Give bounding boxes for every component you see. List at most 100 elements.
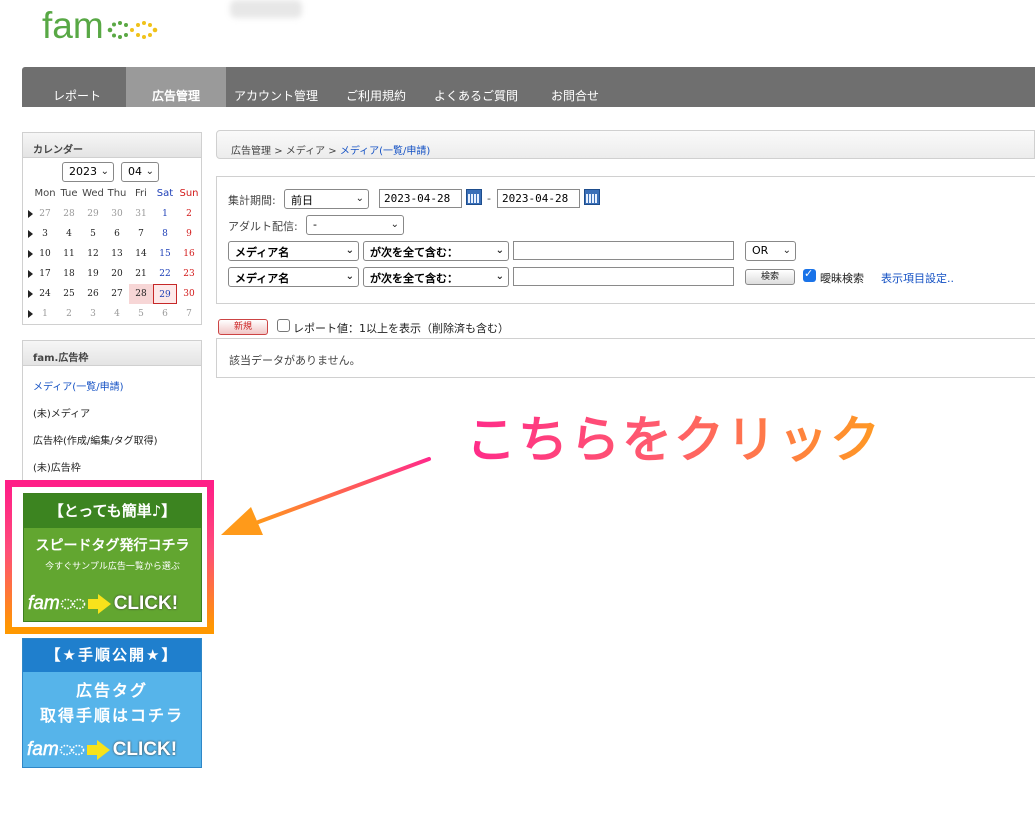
- calendar-day[interactable]: 6: [153, 304, 177, 324]
- period-select[interactable]: 前日 ⌄: [284, 189, 369, 209]
- condition1-value-input[interactable]: [513, 241, 734, 260]
- calendar-day[interactable]: 5: [129, 304, 153, 324]
- arrow-right-icon: [87, 594, 111, 614]
- calendar-weekday: Wed: [82, 188, 104, 199]
- calendar-day[interactable]: 27: [105, 284, 129, 304]
- calendar-day[interactable]: 19: [81, 264, 105, 284]
- condition2-value-input[interactable]: [513, 267, 734, 286]
- fam-logo[interactable]: fam: [42, 2, 162, 50]
- date-to-input[interactable]: 2023-04-28: [497, 189, 580, 208]
- condition2-operator-select[interactable]: が次を全て含む： ⌄: [363, 267, 509, 287]
- breadcrumb-item-ad-management[interactable]: 広告管理: [231, 146, 271, 157]
- chevron-down-icon: ⌄: [355, 193, 364, 204]
- menu-ad-slot-edit[interactable]: 広告枠(作成/編集/タグ取得): [33, 432, 158, 447]
- calendar-day[interactable]: 7: [177, 304, 201, 324]
- calendar-day[interactable]: 20: [105, 264, 129, 284]
- period-label: 集計期間:: [228, 194, 276, 207]
- calendar-day[interactable]: 3: [33, 224, 57, 244]
- calendar-month-select[interactable]: 04 ⌄: [121, 162, 159, 182]
- date-from-input[interactable]: 2023-04-28: [379, 189, 462, 208]
- condition2-field-select[interactable]: メディア名 ⌄: [228, 267, 359, 287]
- calendar-day[interactable]: 6: [105, 224, 129, 244]
- calendar-day[interactable]: 22: [153, 264, 177, 284]
- calendar-day[interactable]: 1: [33, 304, 57, 324]
- calendar-day[interactable]: 12: [81, 244, 105, 264]
- click-here-annotation: こちらをクリック: [466, 400, 882, 472]
- calendar-day[interactable]: 21: [129, 264, 153, 284]
- display-settings-link[interactable]: 表示項目設定..: [881, 270, 954, 286]
- calendar-day[interactable]: 29: [153, 284, 177, 304]
- breadcrumb-item-media[interactable]: メディア: [286, 146, 325, 157]
- breadcrumb: 広告管理 > メディア > メディア(一覧/申請): [216, 130, 1035, 159]
- nav-report[interactable]: レポート: [53, 67, 101, 107]
- calendar-day[interactable]: 1: [153, 204, 177, 224]
- calendar-weekday: Tue: [60, 188, 78, 199]
- calendar-day[interactable]: 18: [57, 264, 81, 284]
- calendar-icon[interactable]: [466, 189, 482, 205]
- calendar-icon[interactable]: [584, 189, 600, 205]
- calendar-day[interactable]: 3: [81, 304, 105, 324]
- menu-unapproved-ad-slot[interactable]: (未)広告枠: [33, 459, 81, 474]
- calendar-week-row: 27 28 29 30 31 1 2: [23, 204, 201, 224]
- calendar-weekday: Sun: [179, 188, 199, 199]
- fuzzy-search-checkbox[interactable]: [803, 267, 816, 282]
- speed-tag-banner[interactable]: 【とっても簡単♪】 スピードタグ発行コチラ 今すぐサンプル広告一覧から選ぶ fa…: [23, 493, 202, 622]
- nav-terms[interactable]: ご利用規約: [346, 67, 406, 107]
- condition1-operator-select[interactable]: が次を全て含む： ⌄: [363, 241, 509, 261]
- page: fam レポート 広告管理 アカウント管理 ご利用規約 よくあるご質問 お問合せ…: [0, 0, 1035, 830]
- calendar-day[interactable]: 17: [33, 264, 57, 284]
- calendar-day[interactable]: 2: [57, 304, 81, 324]
- menu-unapproved-media[interactable]: (未)メディア: [33, 405, 90, 420]
- adult-select[interactable]: - ⌄: [306, 215, 404, 235]
- condition1-operator-value: が次を全て含む：: [370, 246, 458, 259]
- calendar-day[interactable]: 4: [105, 304, 129, 324]
- calendar-day[interactable]: 9: [177, 224, 201, 244]
- calendar-day[interactable]: 16: [177, 244, 201, 264]
- new-button[interactable]: 新規: [218, 319, 268, 335]
- calendar-day[interactable]: 27: [33, 204, 57, 224]
- condition-logic-select[interactable]: OR ⌄: [745, 241, 796, 261]
- menu-media-list[interactable]: メディア(一覧/申請): [33, 378, 123, 393]
- chevron-down-icon: ⌄: [345, 245, 354, 256]
- calendar-day[interactable]: 25: [57, 284, 81, 304]
- ad-slot-menu-title: fam.広告枠: [23, 341, 201, 366]
- main-nav: レポート 広告管理 アカウント管理 ご利用規約 よくあるご質問 お問合せ: [22, 67, 1035, 107]
- calendar-day[interactable]: 5: [81, 224, 105, 244]
- calendar-day[interactable]: 29: [81, 204, 105, 224]
- calendar-day[interactable]: 2: [177, 204, 201, 224]
- calendar-day[interactable]: 8: [153, 224, 177, 244]
- nav-ad-management[interactable]: 広告管理: [126, 67, 226, 107]
- calendar-year-select[interactable]: 2023 ⌄: [62, 162, 114, 182]
- breadcrumb-item-current[interactable]: メディア(一覧/申請): [340, 146, 430, 157]
- annotation-arrow-icon: [221, 457, 431, 535]
- report-value-checkbox[interactable]: [277, 319, 290, 332]
- calendar-day[interactable]: 31: [129, 204, 153, 224]
- calendar-day[interactable]: 23: [177, 264, 201, 284]
- banner-cta: CLICK!: [113, 593, 179, 614]
- calendar-day[interactable]: 14: [129, 244, 153, 264]
- calendar-day[interactable]: 7: [129, 224, 153, 244]
- calendar-day[interactable]: 15: [153, 244, 177, 264]
- banner-logo: fam: [28, 593, 60, 615]
- search-button[interactable]: 検索: [745, 269, 795, 285]
- calendar-year-value: 2023: [69, 165, 97, 178]
- calendar-day[interactable]: 30: [177, 284, 201, 304]
- nav-faq[interactable]: よくあるご質問: [434, 67, 518, 107]
- tag-guide-banner[interactable]: 【★手順公開★】 広告タグ 取得手順はコチラ fam CLICK!: [22, 638, 202, 768]
- condition1-field-select[interactable]: メディア名 ⌄: [228, 241, 359, 261]
- nav-account-management[interactable]: アカウント管理: [234, 67, 318, 107]
- calendar-day[interactable]: 30: [105, 204, 129, 224]
- calendar-day[interactable]: 13: [105, 244, 129, 264]
- chevron-down-icon: ⌄: [345, 271, 354, 282]
- banner-logo: fam: [27, 739, 59, 761]
- fuzzy-search-label: 曖昧検索: [820, 272, 864, 285]
- calendar-day[interactable]: 28: [129, 284, 153, 304]
- calendar-day[interactable]: 26: [81, 284, 105, 304]
- condition1-field-value: メディア名: [235, 246, 290, 259]
- calendar-day[interactable]: 11: [57, 244, 81, 264]
- calendar-day[interactable]: 28: [57, 204, 81, 224]
- calendar-day[interactable]: 24: [33, 284, 57, 304]
- calendar-day[interactable]: 10: [33, 244, 57, 264]
- calendar-day[interactable]: 4: [57, 224, 81, 244]
- nav-contact[interactable]: お問合せ: [551, 67, 599, 107]
